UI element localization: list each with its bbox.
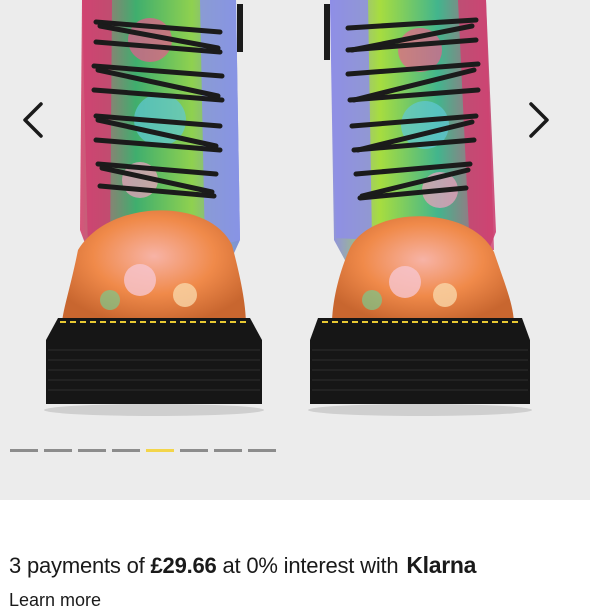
installment-amount: £29.66: [150, 553, 217, 578]
pager-dot[interactable]: [180, 449, 208, 452]
previous-image-button[interactable]: [12, 96, 52, 144]
payment-middle: at 0% interest with: [216, 553, 405, 578]
chevron-left-icon: [23, 102, 43, 138]
klarna-payment-message: 3 payments of £29.66 at 0% interest with…: [9, 552, 476, 579]
klarna-logo: Klarna: [406, 552, 477, 578]
chevron-right-icon: [529, 102, 549, 138]
pager-dot[interactable]: [248, 449, 276, 452]
next-image-button[interactable]: [520, 96, 560, 144]
pager-dot[interactable]: [44, 449, 72, 452]
pager-dot-active[interactable]: [146, 449, 174, 452]
page-edge: [590, 0, 608, 608]
pager-dot[interactable]: [78, 449, 106, 452]
pager-dot[interactable]: [10, 449, 38, 452]
payment-prefix: 3 payments of: [9, 553, 151, 578]
pager-dot[interactable]: [214, 449, 242, 452]
image-pager: [10, 449, 276, 453]
pager-dot[interactable]: [112, 449, 140, 452]
product-image: [44, 0, 532, 416]
product-image-gallery[interactable]: [0, 0, 590, 500]
